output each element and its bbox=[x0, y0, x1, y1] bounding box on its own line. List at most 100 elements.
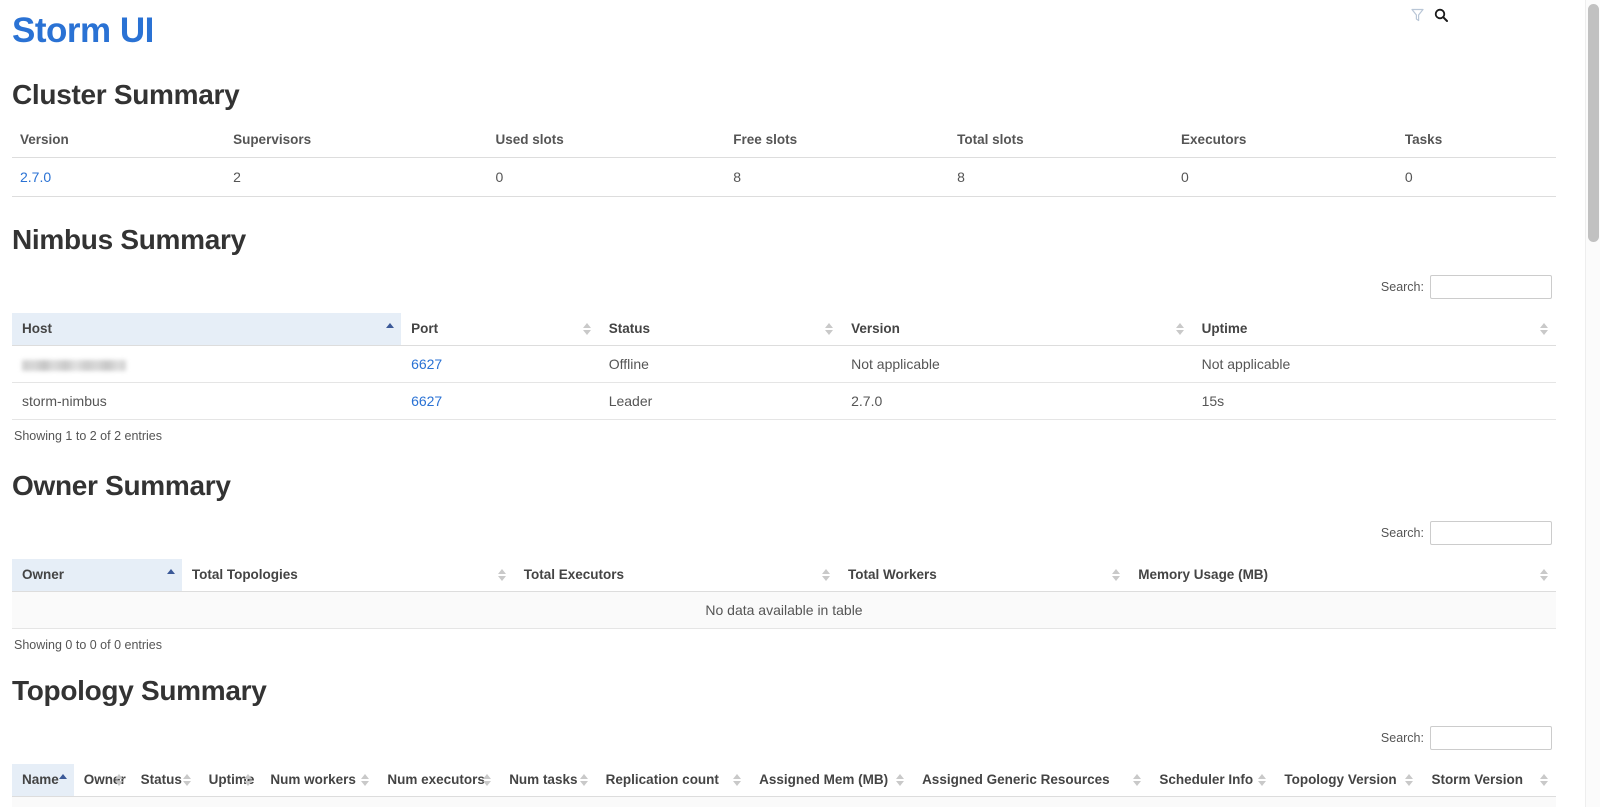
nimbus-search-label: Search: bbox=[1381, 275, 1552, 299]
sort-asc-icon bbox=[386, 322, 395, 336]
sort-both-icon bbox=[361, 773, 370, 787]
topology-col-assigned-mem[interactable]: Assigned Mem (MB) bbox=[749, 764, 912, 797]
topology-col-owner[interactable]: Owner bbox=[74, 764, 131, 797]
owner-search-input[interactable] bbox=[1430, 521, 1552, 545]
col-executors: Executors bbox=[1173, 126, 1397, 158]
topology-col-storm-version-label: Storm Version bbox=[1431, 772, 1523, 787]
cell-used-slots: 0 bbox=[488, 158, 726, 197]
sort-both-icon bbox=[822, 568, 831, 582]
sort-both-icon bbox=[580, 773, 589, 787]
version-link[interactable]: 2.7.0 bbox=[20, 169, 51, 185]
topology-col-replication-count[interactable]: Replication count bbox=[596, 764, 749, 797]
nimbus-col-uptime-label: Uptime bbox=[1202, 321, 1248, 336]
table-row-empty: No data available in table bbox=[12, 592, 1556, 629]
topology-col-num-workers[interactable]: Num workers bbox=[260, 764, 377, 797]
nimbus-table-info: Showing 1 to 2 of 2 entries bbox=[12, 420, 1556, 443]
nimbus-search-label-text: Search: bbox=[1381, 280, 1424, 294]
sort-both-icon bbox=[583, 322, 592, 336]
nimbus-col-host[interactable]: Host bbox=[12, 313, 401, 346]
topology-col-status[interactable]: Status bbox=[131, 764, 199, 797]
topology-search-label-text: Search: bbox=[1381, 731, 1424, 745]
sort-both-icon bbox=[498, 568, 507, 582]
search-icon[interactable] bbox=[1432, 6, 1450, 24]
owner-col-owner[interactable]: Owner bbox=[12, 559, 182, 592]
owner-col-total-topologies[interactable]: Total Topologies bbox=[182, 559, 514, 592]
nimbus-col-status[interactable]: Status bbox=[599, 313, 841, 346]
nimbus-search-input[interactable] bbox=[1430, 275, 1552, 299]
topology-col-scheduler-info-label: Scheduler Info bbox=[1159, 772, 1253, 787]
topology-col-scheduler-info[interactable]: Scheduler Info bbox=[1149, 764, 1274, 797]
topology-col-topology-version-label: Topology Version bbox=[1284, 772, 1396, 787]
sort-both-icon bbox=[1540, 773, 1549, 787]
port-link[interactable]: 6627 bbox=[411, 393, 442, 409]
cell-tasks: 0 bbox=[1397, 158, 1556, 197]
storm-ui-page: Storm UI Cluster Summary Version Supervi… bbox=[0, 0, 1600, 807]
nimbus-col-uptime[interactable]: Uptime bbox=[1192, 313, 1556, 346]
sort-both-icon bbox=[1133, 773, 1142, 787]
cell-port: 6627 bbox=[401, 383, 599, 420]
topology-col-name[interactable]: Name bbox=[12, 764, 74, 797]
page-scrollbar-thumb[interactable] bbox=[1588, 4, 1599, 242]
topology-summary-heading: Topology Summary bbox=[12, 674, 1556, 708]
sort-asc-icon bbox=[167, 568, 176, 582]
cell-uptime: 15s bbox=[1192, 383, 1556, 420]
topology-empty-message: No data available in table bbox=[12, 797, 1556, 807]
topology-col-storm-version[interactable]: Storm Version bbox=[1421, 764, 1556, 797]
topology-col-assigned-mem-label: Assigned Mem (MB) bbox=[759, 772, 888, 787]
nimbus-col-port[interactable]: Port bbox=[401, 313, 599, 346]
cell-executors: 0 bbox=[1173, 158, 1397, 197]
sort-both-icon bbox=[1540, 568, 1549, 582]
cell-total-slots: 8 bbox=[949, 158, 1173, 197]
owner-header-row: Owner Total Topologies Total Executors bbox=[12, 559, 1556, 592]
topology-col-num-executors[interactable]: Num executors bbox=[377, 764, 499, 797]
sort-both-icon bbox=[1405, 773, 1414, 787]
redacted-host-value bbox=[22, 360, 126, 371]
cell-status: Leader bbox=[599, 383, 841, 420]
owner-search-filter: Search: bbox=[12, 517, 1556, 549]
table-row: storm-nimbus 6627 Leader 2.7.0 15s bbox=[12, 383, 1556, 420]
table-row: 6627 Offline Not applicable Not applicab… bbox=[12, 346, 1556, 383]
sort-both-icon bbox=[1112, 568, 1121, 582]
cluster-summary-header-row: Version Supervisors Used slots Free slot… bbox=[12, 126, 1556, 158]
owner-col-owner-label: Owner bbox=[22, 567, 64, 582]
topology-col-uptime[interactable]: Uptime bbox=[199, 764, 261, 797]
nimbus-summary-heading: Nimbus Summary bbox=[12, 223, 1556, 257]
cell-uptime: Not applicable bbox=[1192, 346, 1556, 383]
cell-supervisors: 2 bbox=[225, 158, 487, 197]
nimbus-summary-table: Host Port Status Version bbox=[12, 313, 1556, 420]
owner-col-memory-usage[interactable]: Memory Usage (MB) bbox=[1128, 559, 1556, 592]
owner-col-total-executors[interactable]: Total Executors bbox=[514, 559, 838, 592]
nimbus-col-version-label: Version bbox=[851, 321, 900, 336]
sort-both-icon bbox=[1540, 322, 1549, 336]
nimbus-summary-block: Search: Host Port bbox=[12, 271, 1556, 443]
owner-summary-heading: Owner Summary bbox=[12, 469, 1556, 503]
owner-search-label-text: Search: bbox=[1381, 526, 1424, 540]
col-used-slots: Used slots bbox=[488, 126, 726, 158]
cell-version: Not applicable bbox=[841, 346, 1191, 383]
owner-col-total-topologies-label: Total Topologies bbox=[192, 567, 298, 582]
col-supervisors: Supervisors bbox=[225, 126, 487, 158]
port-link[interactable]: 6627 bbox=[411, 356, 442, 372]
nimbus-search-filter: Search: bbox=[12, 271, 1556, 303]
page-scrollbar-track[interactable] bbox=[1585, 0, 1600, 807]
nimbus-col-host-label: Host bbox=[22, 321, 52, 336]
nimbus-col-status-label: Status bbox=[609, 321, 650, 336]
cell-version: 2.7.0 bbox=[12, 158, 225, 197]
topology-search-input[interactable] bbox=[1430, 726, 1552, 750]
owner-col-total-workers[interactable]: Total Workers bbox=[838, 559, 1128, 592]
page-content: Storm UI Cluster Summary Version Supervi… bbox=[0, 0, 1568, 807]
sort-both-icon bbox=[1176, 322, 1185, 336]
sort-both-icon bbox=[896, 773, 905, 787]
cell-port: 6627 bbox=[401, 346, 599, 383]
cell-free-slots: 8 bbox=[725, 158, 949, 197]
funnel-icon[interactable] bbox=[1408, 6, 1426, 24]
topology-col-num-tasks[interactable]: Num tasks bbox=[499, 764, 595, 797]
topology-col-topology-version[interactable]: Topology Version bbox=[1274, 764, 1421, 797]
topology-col-num-workers-label: Num workers bbox=[270, 772, 356, 787]
owner-col-memory-usage-label: Memory Usage (MB) bbox=[1138, 567, 1268, 582]
topology-search-label: Search: bbox=[1381, 726, 1552, 750]
nimbus-col-port-label: Port bbox=[411, 321, 438, 336]
nimbus-col-version[interactable]: Version bbox=[841, 313, 1191, 346]
topology-col-assigned-generic-resources[interactable]: Assigned Generic Resources bbox=[912, 764, 1149, 797]
topology-summary-block: Search: Name bbox=[12, 722, 1556, 807]
